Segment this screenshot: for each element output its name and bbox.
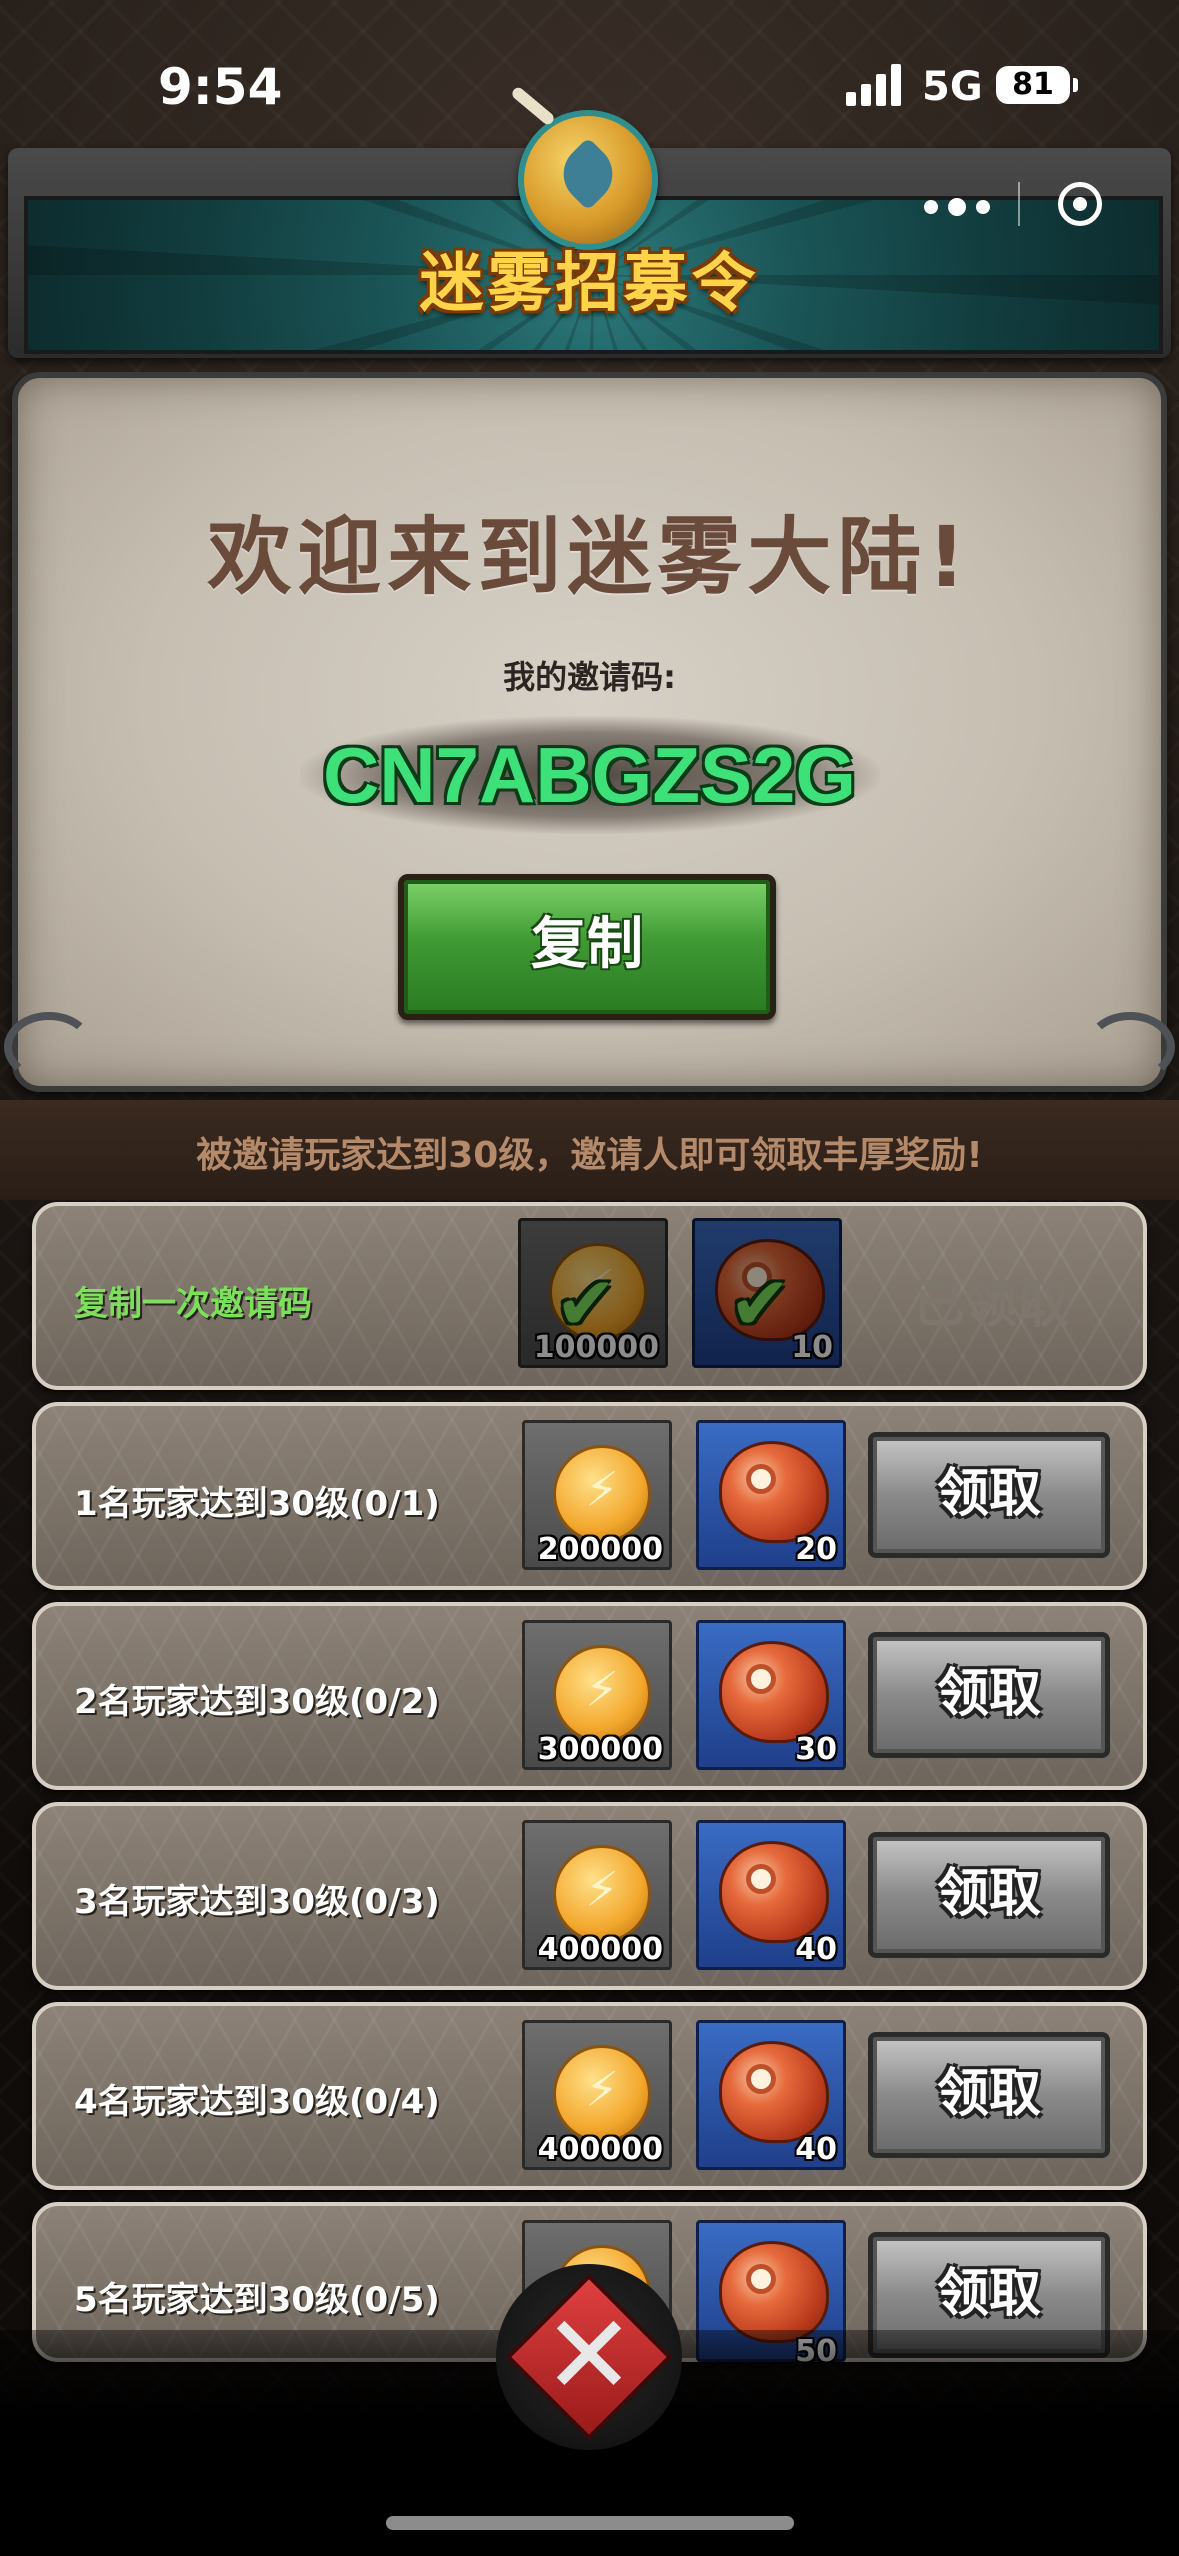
invite-code-label: 我的邀请码: — [503, 658, 676, 696]
coin-reward-slot: 400000 — [522, 2020, 672, 2170]
claim-button[interactable]: 领取 — [868, 2032, 1110, 2158]
claim-button[interactable]: 领取 — [868, 1632, 1110, 1758]
coin-reward-slot: 100000 ✔ — [518, 1218, 668, 1368]
coin-quantity: 200000 — [537, 1532, 663, 1567]
check-icon: ✔ — [555, 1261, 618, 1347]
coin-reward-slot: 200000 — [522, 1420, 672, 1570]
coin-quantity: 400000 — [537, 1932, 663, 1967]
coin-reward-slot: 300000 — [522, 1620, 672, 1770]
home-indicator[interactable] — [386, 2516, 794, 2530]
meat-icon — [719, 2241, 829, 2343]
coin-icon — [553, 1645, 651, 1743]
network-type: 5G — [922, 64, 983, 110]
corner-ornament-left — [4, 1012, 94, 1082]
status-time: 9:54 — [158, 58, 283, 116]
meat-quantity: 20 — [795, 1532, 837, 1567]
coin-reward-slot: 400000 — [522, 1820, 672, 1970]
meat-reward-slot: 20 — [696, 1420, 846, 1570]
meat-quantity: 30 — [795, 1732, 837, 1767]
reward-row-label: 复制一次邀请码 — [74, 1284, 312, 1324]
reward-row-label: 4名玩家达到30级(0/4) — [74, 2082, 440, 2122]
meat-icon — [719, 1841, 829, 1943]
page-title: 迷雾招募令 — [419, 247, 760, 321]
coin-icon — [553, 2045, 651, 2143]
claim-button[interactable]: 领取 — [868, 1432, 1110, 1558]
copy-button[interactable]: 复制 — [398, 874, 776, 1020]
more-options-button[interactable] — [920, 192, 1000, 222]
meat-quantity: 10 — [791, 1330, 833, 1365]
close-miniprogram-button[interactable] — [1058, 182, 1102, 226]
meat-reward-slot: 40 — [696, 2020, 846, 2170]
reward-row-label: 3名玩家达到30级(0/3) — [74, 1882, 440, 1922]
claimed-status: 已领取 — [912, 1275, 1069, 1335]
welcome-heading: 欢迎来到迷雾大陆! — [207, 508, 972, 606]
meat-quantity: 40 — [795, 2132, 837, 2167]
reward-row-label: 1名玩家达到30级(0/1) — [74, 1484, 440, 1524]
meat-icon — [719, 1641, 829, 1743]
reward-info-text: 被邀请玩家达到30级，邀请人即可领取丰厚奖励! — [196, 1135, 983, 1176]
capsule-divider — [1018, 182, 1020, 226]
coin-quantity: 400000 — [537, 2132, 663, 2167]
reward-row-label: 2名玩家达到30级(0/2) — [74, 1682, 440, 1722]
corner-ornament-right — [1085, 1012, 1175, 1082]
coin-icon — [553, 1445, 651, 1543]
meat-reward-slot: 10 ✔ — [692, 1218, 842, 1368]
emblem-icon — [518, 110, 658, 250]
coin-quantity: 300000 — [537, 1732, 663, 1767]
claim-button[interactable]: 领取 — [868, 1832, 1110, 1958]
meat-reward-slot: 40 — [696, 1820, 846, 1970]
invite-code: CN7ABGZS2G — [322, 731, 857, 819]
meat-reward-slot: 30 — [696, 1620, 846, 1770]
signal-icon — [846, 64, 902, 106]
meat-icon — [719, 2041, 829, 2143]
meat-quantity: 40 — [795, 1932, 837, 1967]
check-icon: ✔ — [729, 1261, 792, 1347]
close-x-icon: ✕ — [542, 2291, 636, 2419]
meat-icon — [719, 1441, 829, 1543]
reward-row-label: 5名玩家达到30级(0/5) — [74, 2280, 440, 2320]
coin-icon — [553, 1845, 651, 1943]
battery-icon: 81 — [996, 66, 1078, 104]
